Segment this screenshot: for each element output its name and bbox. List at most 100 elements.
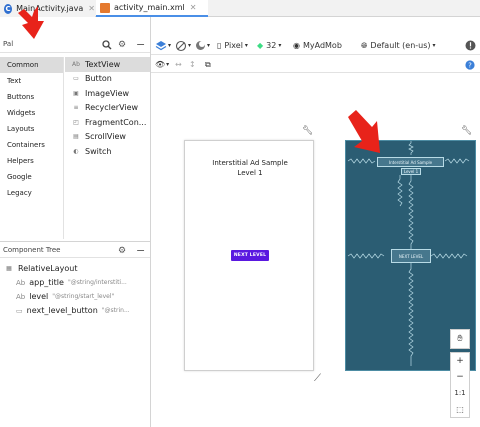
widget-label: RecyclerView — [85, 103, 139, 113]
resize-vertical-icon[interactable]: ↕ — [189, 56, 196, 73]
locale-selector[interactable]: 🌐︎ Default (en-us) ▾ — [361, 36, 436, 55]
tree-node-relativelayout[interactable]: ▦ RelativeLayout — [4, 262, 77, 275]
textview-icon: Ab — [16, 278, 26, 287]
wrench-icon[interactable]: 🔧︎ — [461, 126, 472, 136]
widget-label: FragmentCon... — [85, 117, 147, 127]
eye-icon[interactable]: 👁︎ ▾ — [155, 56, 169, 73]
textview-icon: Ab — [72, 60, 80, 68]
next-level-button[interactable]: NEXT LEVEL — [231, 250, 269, 261]
zoom-to-fit-icon[interactable]: ⬚ — [456, 401, 464, 417]
annotation-arrow — [18, 6, 44, 39]
locale-label: Default (en-us) — [370, 41, 431, 50]
category-item[interactable]: Text — [0, 73, 63, 89]
category-item[interactable]: Google — [0, 169, 63, 185]
zoom-controls: + − 1:1 ⬚ — [450, 352, 470, 418]
editor-tab-bar: C MainActivity.java ✕ activity_main.xml … — [0, 0, 480, 17]
hide-panel-icon[interactable]: − — [136, 36, 145, 53]
widget-label: ImageView — [85, 88, 130, 98]
device-label: Pixel — [224, 41, 243, 50]
search-icon[interactable] — [102, 36, 112, 53]
blueprint-app-title[interactable]: Interstitial Ad Sample — [377, 157, 444, 167]
blueprint-next-button[interactable]: NEXT LEVEL — [391, 249, 431, 263]
button-icon: ▭ — [73, 75, 79, 83]
category-item[interactable]: Widgets — [0, 105, 63, 121]
widget-label: TextView — [85, 59, 121, 69]
device-selector[interactable]: ▯ Pixel ▾ — [217, 36, 248, 55]
zoom-in-button[interactable]: + — [456, 353, 464, 369]
design-toolbar-secondary: 👁︎ ▾ ↔ ↕ ⧉ ? — [151, 56, 480, 73]
tree-node-label: RelativeLayout — [18, 264, 78, 273]
fragment-container-icon: ◰ — [73, 118, 79, 126]
pan-button[interactable]: ✋︎ — [450, 329, 470, 349]
widget-item-textview[interactable]: Ab TextView — [65, 57, 150, 72]
category-item[interactable]: Common — [0, 57, 63, 73]
layout-grid-icon: ▦ — [6, 265, 12, 272]
gear-icon[interactable]: ⚙ — [118, 36, 126, 53]
widget-item-button[interactable]: ▭ Button — [65, 72, 150, 87]
tab-activity-main-xml[interactable]: activity_main.xml ✕ — [96, 0, 208, 17]
wrench-icon[interactable]: 🔧︎ — [302, 126, 313, 136]
orientation-icon[interactable]: ▾ — [175, 36, 191, 55]
level-text: Level 1 — [237, 169, 263, 177]
theme-selector[interactable]: ◉ MyAdMob — [293, 36, 342, 55]
category-item[interactable]: Containers — [0, 137, 63, 153]
zoom-reset-button[interactable]: 1:1 — [454, 385, 465, 401]
category-item[interactable]: Buttons — [0, 89, 63, 105]
component-tree-header: Component Tree ⚙ − — [0, 241, 150, 258]
resize-horizontal-icon[interactable]: ↔ — [175, 56, 182, 73]
api-label: 32 — [266, 41, 277, 50]
widget-item-imageview[interactable]: ▣ ImageView — [65, 86, 150, 101]
hand-icon: ✋︎ — [457, 333, 463, 344]
warning-icon[interactable] — [465, 36, 476, 55]
app-title-line: Interstitial Ad Sample — [212, 159, 288, 167]
hide-panel-icon[interactable]: − — [136, 242, 145, 259]
xml-layout-icon — [100, 2, 110, 13]
blueprint-level[interactable]: Level 1 — [401, 168, 421, 175]
button-icon: ▭ — [16, 306, 23, 315]
recyclerview-icon: ≡ — [73, 104, 79, 112]
gear-icon[interactable]: ⚙ — [118, 242, 126, 259]
api-level-selector[interactable]: ◆ 32 ▾ — [257, 36, 281, 55]
widget-label: Button — [85, 74, 112, 84]
close-icon[interactable]: ✕ — [88, 4, 95, 13]
widget-label: ScrollView — [85, 132, 126, 142]
tree-node-attr: "@string/interstiti... — [67, 279, 127, 286]
category-item[interactable]: Layouts — [0, 121, 63, 137]
theme-label: MyAdMob — [302, 41, 342, 50]
category-item[interactable]: Legacy — [0, 185, 63, 201]
theme-icon: ◉ — [293, 41, 300, 50]
palette-category-list: Common Text Buttons Widgets Layouts Cont… — [0, 57, 64, 239]
zoom-out-button[interactable]: − — [456, 369, 464, 385]
imageview-icon: ▣ — [73, 89, 79, 97]
tree-node-attr: "@string/start_level" — [52, 293, 115, 300]
app-title-text[interactable]: Interstitial Ad Sample Level 1 — [185, 158, 315, 178]
textview-icon: Ab — [16, 292, 26, 301]
svg-text:?: ? — [468, 61, 472, 69]
close-icon[interactable]: ✕ — [190, 3, 197, 12]
tab-label: activity_main.xml — [114, 3, 185, 12]
resize-handle-icon[interactable]: ⟋ — [314, 373, 321, 384]
widget-item-switch[interactable]: ◐ Switch — [65, 144, 150, 159]
tree-node-label: app_title — [29, 278, 64, 287]
tree-node-app-title[interactable]: Ab app_title "@string/interstiti... — [16, 276, 127, 289]
design-toolbar: ▾ ▾ ▾ ▯ Pixel ▾ ◆ 32 ▾ ◉ MyAdMob 🌐︎ Defa… — [151, 36, 480, 55]
widget-item-fragmentcontainer[interactable]: ◰ FragmentCon... — [65, 115, 150, 130]
tree-node-next-level-button[interactable]: ▭ next_level_button "@strin... — [16, 304, 130, 317]
magnet-icon[interactable]: ⧉ — [205, 56, 211, 73]
tree-node-level[interactable]: Ab level "@string/start_level" — [16, 290, 114, 303]
palette-widget-list: Ab TextView ▭ Button ▣ ImageView ≡ Recyc… — [65, 57, 150, 159]
design-preview[interactable]: Interstitial Ad Sample Level 1 NEXT LEVE… — [184, 140, 314, 371]
layers-icon[interactable]: ▾ — [155, 36, 171, 55]
scrollview-icon: ▤ — [73, 133, 79, 141]
night-mode-icon[interactable]: ▾ — [195, 36, 210, 55]
tree-node-attr: "@strin... — [101, 307, 130, 314]
category-item[interactable]: Helpers — [0, 153, 63, 169]
switch-icon: ◐ — [73, 147, 79, 155]
help-icon[interactable]: ? — [465, 56, 475, 73]
globe-icon: 🌐︎ — [361, 40, 368, 50]
widget-item-scrollview[interactable]: ▤ ScrollView — [65, 130, 150, 145]
tree-node-label: next_level_button — [26, 306, 98, 315]
widget-item-recyclerview[interactable]: ≡ RecyclerView — [65, 101, 150, 116]
phone-icon: ▯ — [217, 41, 222, 50]
component-tree-title: Component Tree — [3, 245, 61, 254]
